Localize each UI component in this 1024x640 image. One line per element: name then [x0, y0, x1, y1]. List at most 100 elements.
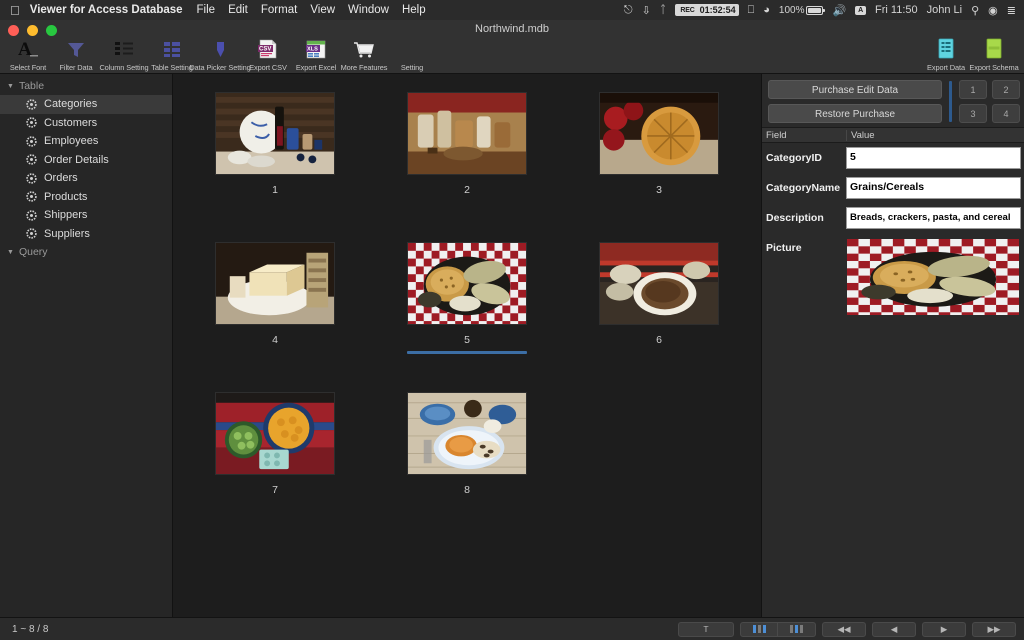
sidebar-group-query[interactable]: ▼ Query — [0, 243, 172, 261]
clock-label[interactable]: Fri 11:50 — [875, 4, 918, 16]
toolbar-label: Export Excel — [296, 63, 336, 72]
text-mode-button[interactable]: T — [678, 622, 734, 637]
search-icon[interactable]: ⚲ — [971, 4, 979, 17]
menu-item-edit[interactable]: Edit — [228, 4, 248, 16]
field-value-cell[interactable]: 5 — [846, 147, 1024, 169]
prev-page-button[interactable]: ◀ — [872, 622, 916, 637]
description-value-input[interactable]: Breads, crackers, pasta, and cereal — [846, 207, 1021, 229]
record-thumbnail-3[interactable] — [599, 92, 719, 175]
menu-item-help[interactable]: Help — [402, 4, 426, 16]
user-name-label[interactable]: John Li — [927, 4, 962, 16]
airplay-icon[interactable]: ⎋ — [624, 4, 633, 17]
sidebar-item-suppliers[interactable]: Suppliers — [0, 225, 172, 244]
sidebar-item-shippers[interactable]: Shippers — [0, 206, 172, 225]
field-value-cell[interactable] — [846, 237, 1024, 315]
record-thumbnail-7[interactable] — [215, 392, 335, 475]
data-picker-icon — [208, 37, 232, 61]
record-nav-button-1[interactable]: 1 — [959, 80, 987, 99]
toolbar-label: Export CSV — [249, 63, 287, 72]
apple-logo-icon[interactable]:  — [10, 4, 20, 17]
sidebar-item-label: Suppliers — [44, 228, 90, 240]
volume-icon[interactable]: 🔊 — [832, 4, 846, 17]
field-row-categoryname: CategoryName Grains/Cereals — [762, 173, 1024, 203]
record-cell[interactable]: 6 — [563, 234, 755, 384]
record-thumbnail-8[interactable] — [407, 392, 527, 475]
toolbar-label: Filter Data — [60, 63, 93, 72]
toolbar-export-schema[interactable]: Export Schema — [970, 35, 1018, 72]
record-cell[interactable]: 8 — [371, 384, 563, 534]
toolbar-export-csv[interactable]: CSV Export CSV — [244, 35, 292, 72]
app-status-icon[interactable]: A — [855, 6, 866, 15]
toolbar-more-features[interactable]: More Features — [340, 35, 388, 72]
toolbar-filter-data[interactable]: Filter Data — [52, 35, 100, 72]
categoryname-value-input[interactable]: Grains/Cereals — [846, 177, 1021, 199]
menu-item-format[interactable]: Format — [261, 4, 297, 16]
sidebar-item-customers[interactable]: Customers — [0, 114, 172, 133]
bluetooth-icon[interactable]: ᛏ — [660, 4, 667, 16]
menu-item-file[interactable]: File — [197, 4, 216, 16]
control-center-icon[interactable]: ≣ — [1007, 4, 1016, 17]
record-thumbnail-2[interactable] — [407, 92, 527, 175]
record-thumbnail-4[interactable] — [215, 242, 335, 325]
gear-icon — [26, 228, 37, 239]
download-icon[interactable]: ⇩ — [642, 4, 651, 17]
sidebar-item-categories[interactable]: Categories — [0, 95, 172, 114]
field-value-cell[interactable]: Grains/Cereals — [846, 177, 1024, 199]
first-page-button[interactable]: ◀◀ — [822, 622, 866, 637]
record-cell[interactable]: 7 — [179, 384, 371, 534]
record-nav-button-3[interactable]: 3 — [959, 104, 987, 123]
sidebar-item-label: Customers — [44, 117, 97, 129]
record-thumbnail-5[interactable] — [407, 242, 527, 325]
record-cell[interactable]: 3 — [563, 84, 755, 234]
records-grid-view[interactable]: 1 — [173, 74, 762, 617]
record-nav-button-4[interactable]: 4 — [992, 104, 1020, 123]
sidebar-item-products[interactable]: Products — [0, 188, 172, 207]
toolbar-export-excel[interactable]: XLS Export Excel — [292, 35, 340, 72]
records-grid: 1 — [173, 74, 761, 534]
battery-status-item[interactable]: 100% — [779, 5, 824, 16]
toolbar-label: Column Setting — [99, 63, 148, 72]
toolbar-data-picker-setting[interactable]: Data Picker Setting — [196, 35, 244, 72]
record-nav-button-2[interactable]: 2 — [992, 80, 1020, 99]
sidebar-item-order-details[interactable]: Order Details — [0, 151, 172, 170]
record-cell[interactable]: 1 — [179, 84, 371, 234]
menu-app-title[interactable]: Viewer for Access Database — [30, 4, 183, 16]
battery-percent-label: 100% — [779, 5, 805, 16]
gear-icon — [26, 210, 37, 221]
toolbar-export-data[interactable]: Export Data — [922, 35, 970, 72]
picture-preview-container[interactable] — [846, 239, 1021, 315]
picture-preview-image[interactable] — [847, 239, 1019, 315]
sidebar: ▼ Table Categories Customers Employees — [0, 74, 173, 617]
last-page-button[interactable]: ▶▶ — [972, 622, 1016, 637]
record-thumbnail-1[interactable] — [215, 92, 335, 175]
toolbar-setting[interactable]: Setting — [388, 35, 436, 72]
purchase-area: Purchase Edit Data Restore Purchase 1 2 … — [762, 74, 1024, 127]
purchase-edit-data-button[interactable]: Purchase Edit Data — [768, 80, 942, 99]
purchase-buttons: Purchase Edit Data Restore Purchase — [768, 80, 942, 123]
sidebar-item-orders[interactable]: Orders — [0, 169, 172, 188]
sidebar-item-label: Categories — [44, 98, 97, 110]
wifi-icon[interactable]: ◕ — [763, 4, 770, 16]
sidebar-group-table[interactable]: ▼ Table — [0, 77, 172, 95]
record-thumbnail-6[interactable] — [599, 242, 719, 325]
field-row-picture: Picture — [762, 233, 1024, 319]
window-titlebar: Northwind.mdb A Select Font Filter Data — [0, 20, 1024, 74]
grid-view-button[interactable] — [778, 622, 816, 637]
toolbar-column-setting[interactable]: Column Setting — [100, 35, 148, 72]
screen-mirror-icon[interactable]: ⎕ — [748, 4, 755, 17]
record-cell[interactable]: 5 — [371, 234, 563, 384]
sidebar-item-employees[interactable]: Employees — [0, 132, 172, 151]
record-cell[interactable]: 2 — [371, 84, 563, 234]
restore-purchase-button[interactable]: Restore Purchase — [768, 104, 942, 123]
timer-status-item[interactable]: REC 01:52:54 — [675, 4, 738, 16]
categoryid-value-input[interactable]: 5 — [846, 147, 1021, 169]
menu-item-window[interactable]: Window — [348, 4, 389, 16]
menu-item-view[interactable]: View — [310, 4, 335, 16]
field-value-cell[interactable]: Breads, crackers, pasta, and cereal — [846, 207, 1024, 229]
siri-icon[interactable]: ◉ — [988, 4, 998, 17]
list-view-button[interactable] — [740, 622, 778, 637]
toolbar-select-font[interactable]: A Select Font — [4, 35, 52, 72]
gear-icon — [26, 191, 37, 202]
next-page-button[interactable]: ▶ — [922, 622, 966, 637]
record-cell[interactable]: 4 — [179, 234, 371, 384]
